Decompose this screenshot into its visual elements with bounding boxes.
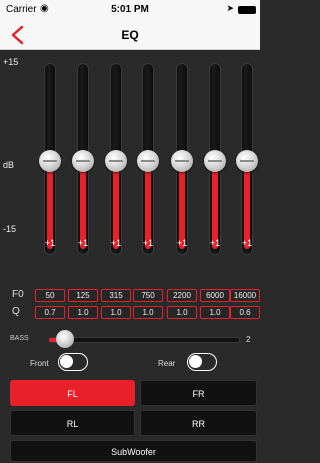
- gain-label: +1: [241, 238, 253, 248]
- eq-slider-band-5[interactable]: [171, 63, 193, 255]
- channel-fl-button[interactable]: FL: [10, 380, 135, 406]
- slider-knob[interactable]: [137, 150, 159, 172]
- scale-unit-label: dB: [3, 160, 15, 170]
- f0-input[interactable]: 6000: [200, 289, 230, 302]
- eq-slider-band-1[interactable]: [39, 63, 61, 255]
- front-toggle-label: Front: [30, 359, 49, 368]
- front-toggle[interactable]: [58, 353, 88, 371]
- channel-subwoofer-button[interactable]: SubWoofer: [10, 440, 257, 462]
- battery-icon: [238, 6, 256, 14]
- bass-slider[interactable]: [48, 337, 240, 343]
- gain-label: +1: [44, 238, 56, 248]
- f0-input[interactable]: 315: [101, 289, 131, 302]
- gain-label: +1: [209, 238, 221, 248]
- eq-panel: +15 dB -15: [0, 51, 260, 283]
- slider-knob[interactable]: [171, 150, 193, 172]
- toggle-thumb: [60, 355, 73, 368]
- f0-input[interactable]: 750: [133, 289, 163, 302]
- eq-slider-band-2[interactable]: [72, 63, 94, 255]
- channel-fr-button[interactable]: FR: [140, 380, 257, 406]
- channel-rl-button[interactable]: RL: [10, 410, 135, 436]
- f0-input[interactable]: 50: [35, 289, 65, 302]
- bass-value: 2: [246, 335, 251, 344]
- q-input[interactable]: 0.7: [35, 306, 65, 319]
- eq-slider-band-4[interactable]: [137, 63, 159, 255]
- slider-knob[interactable]: [105, 150, 127, 172]
- gain-label: +1: [176, 238, 188, 248]
- q-input[interactable]: 1.0: [101, 306, 131, 319]
- toggle-thumb: [189, 355, 202, 368]
- channel-rr-button[interactable]: RR: [140, 410, 257, 436]
- f0-input[interactable]: 125: [68, 289, 98, 302]
- gain-label: +1: [77, 238, 89, 248]
- eq-slider-band-6[interactable]: [204, 63, 226, 255]
- scale-min-label: -15: [3, 224, 17, 234]
- bass-slider-knob[interactable]: [56, 330, 74, 348]
- page-title: EQ: [121, 28, 139, 42]
- f0-input[interactable]: 16000: [230, 289, 260, 302]
- f0-row-label: F0: [12, 289, 24, 300]
- f0-input[interactable]: 2200: [167, 289, 197, 302]
- rear-toggle[interactable]: [187, 353, 217, 371]
- scale-max-label: +15: [3, 57, 19, 67]
- eq-slider-band-7[interactable]: [236, 63, 258, 255]
- status-time: 5:01 PM: [111, 4, 149, 15]
- q-input[interactable]: 0.6: [230, 306, 260, 319]
- eq-slider-band-3[interactable]: [105, 63, 127, 255]
- status-bar: Carrier ◉ 5:01 PM ➤: [0, 0, 260, 20]
- q-input[interactable]: 1.0: [133, 306, 163, 319]
- nav-bar: EQ: [0, 20, 260, 50]
- location-icon: ➤: [226, 3, 234, 13]
- rear-toggle-label: Rear: [158, 359, 176, 368]
- q-input[interactable]: 1.0: [68, 306, 98, 319]
- slider-knob[interactable]: [72, 150, 94, 172]
- q-input[interactable]: 1.0: [167, 306, 197, 319]
- gain-label: +1: [142, 238, 154, 248]
- slider-knob[interactable]: [204, 150, 226, 172]
- slider-knob[interactable]: [236, 150, 258, 172]
- slider-knob[interactable]: [39, 150, 61, 172]
- q-row-label: Q: [12, 306, 20, 317]
- bass-label: BASS: [10, 335, 29, 342]
- q-input[interactable]: 1.0: [200, 306, 230, 319]
- gain-label: +1: [110, 238, 122, 248]
